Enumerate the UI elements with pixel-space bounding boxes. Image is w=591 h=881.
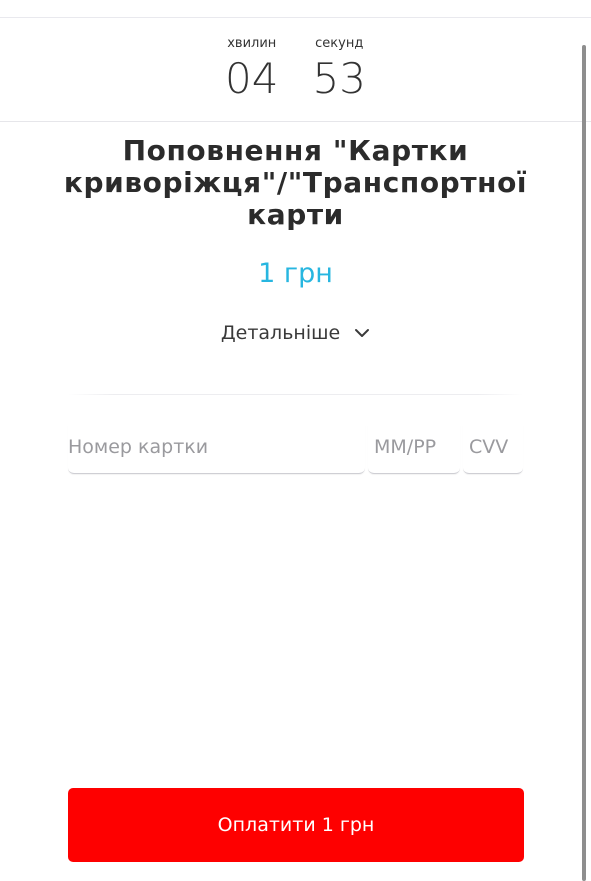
card-number-field xyxy=(68,425,365,474)
payment-amount: 1 грн xyxy=(258,258,333,289)
card-number-input[interactable] xyxy=(68,425,365,469)
details-label: Детальніше xyxy=(220,322,341,344)
details-toggle[interactable]: Детальніше xyxy=(0,322,591,344)
expiry-field xyxy=(368,425,460,474)
scrollbar[interactable] xyxy=(582,45,586,881)
payment-title: Поповнення "Картки криворіжця"/"Транспор… xyxy=(63,134,528,231)
form-top-divider xyxy=(68,394,523,395)
timer-minutes-label: хвилин xyxy=(227,36,277,51)
timer-seconds-value: 53 xyxy=(312,54,366,103)
countdown-timer: хвилин 04 секунд 53 xyxy=(0,36,591,104)
chevron-down-icon xyxy=(355,329,370,337)
cvv-field xyxy=(463,425,523,474)
timer-minutes-value: 04 xyxy=(225,54,279,103)
timer-seconds: секунд 53 xyxy=(313,36,366,104)
timer-minutes: хвилин 04 xyxy=(225,36,278,104)
cvv-input[interactable] xyxy=(463,425,523,469)
expiry-input[interactable] xyxy=(368,425,460,469)
timer-seconds-label: секунд xyxy=(315,36,364,51)
timer-divider xyxy=(0,121,591,122)
pay-button[interactable]: Оплатити 1 грн xyxy=(68,788,524,862)
payment-page: хвилин 04 секунд 53 Поповнення "Картки к… xyxy=(0,0,591,881)
top-divider xyxy=(0,17,591,18)
